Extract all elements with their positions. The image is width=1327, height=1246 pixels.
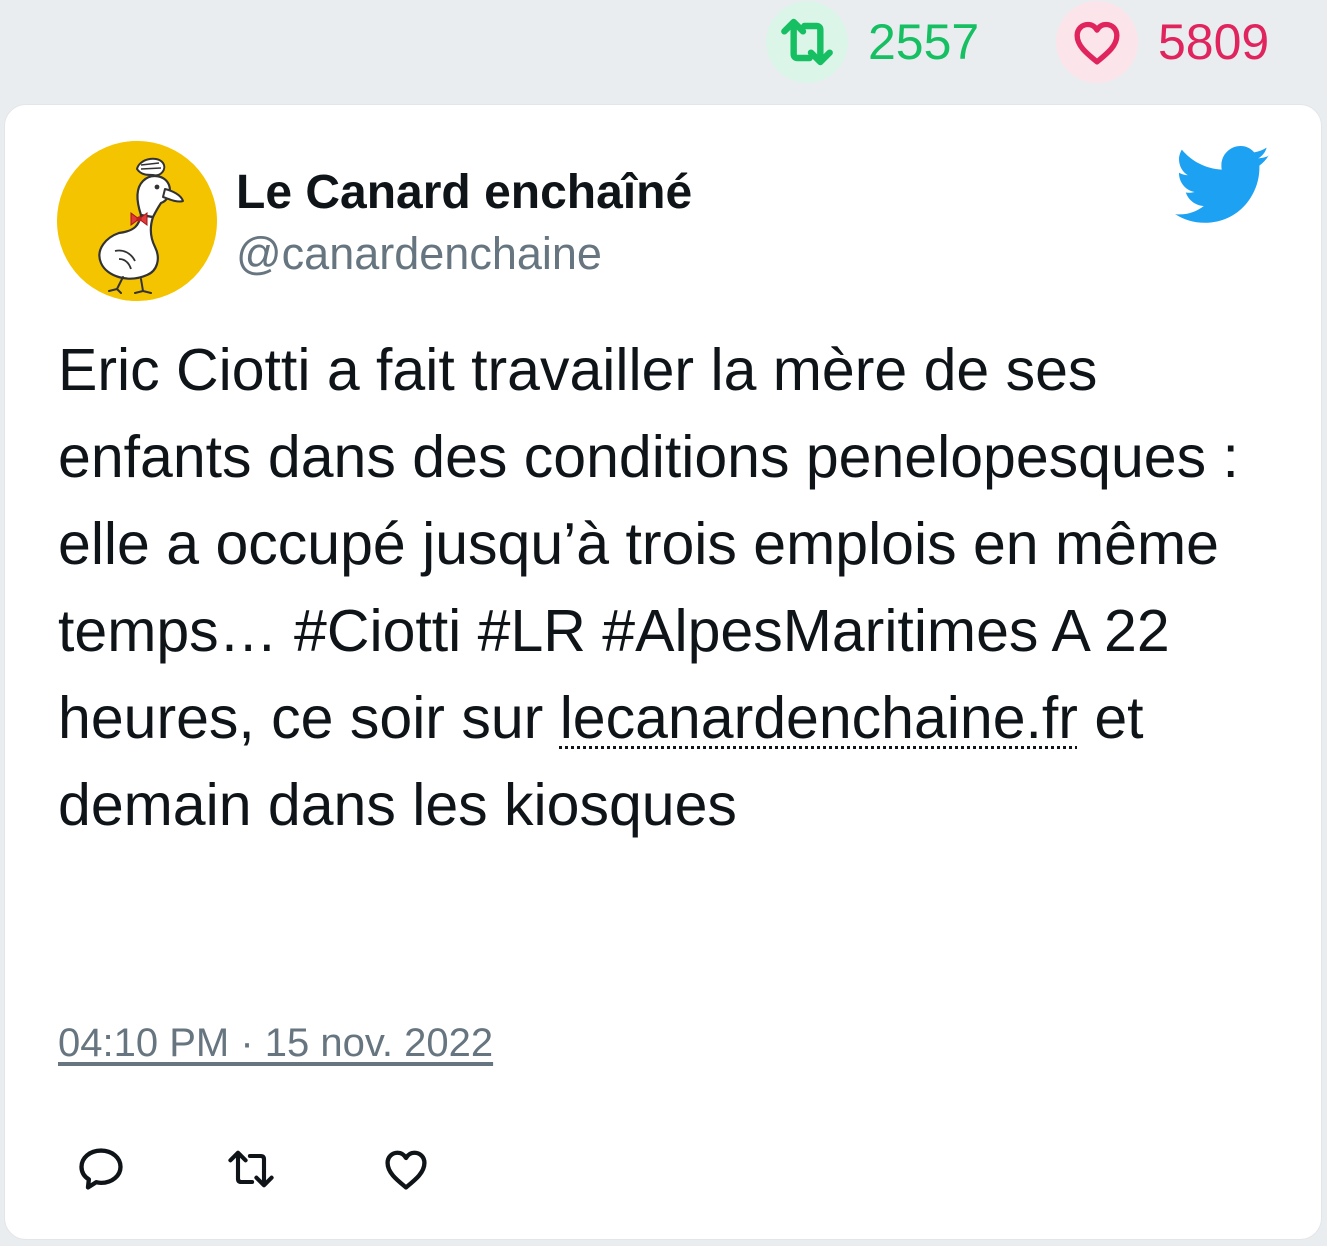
retweet-count: 2557 bbox=[868, 14, 980, 70]
engagement-stats-bar: 2557 5809 bbox=[0, 0, 1327, 84]
avatar[interactable] bbox=[57, 141, 217, 301]
tweet-text: Eric Ciotti a fait travailler la mère de… bbox=[58, 327, 1273, 849]
tweet-link[interactable]: lecanardenchaine.fr bbox=[560, 685, 1078, 751]
duck-logo bbox=[57, 141, 217, 301]
retweet-stat[interactable]: 2557 bbox=[766, 0, 979, 84]
like-icon[interactable] bbox=[378, 1141, 434, 1197]
tweet-timestamp[interactable]: 04:10 PM · 15 nov. 2022 bbox=[58, 1021, 493, 1066]
author-handle[interactable]: @canardenchaine bbox=[236, 229, 602, 279]
retweet-action-icon[interactable] bbox=[223, 1141, 279, 1197]
author-name[interactable]: Le Canard enchaîné bbox=[236, 166, 692, 220]
twitter-bird-icon[interactable] bbox=[1175, 145, 1271, 227]
like-count: 5809 bbox=[1158, 14, 1270, 70]
like-stat[interactable]: 5809 bbox=[1056, 0, 1269, 84]
heart-icon[interactable] bbox=[1056, 1, 1138, 83]
tweet-card: Le Canard enchaîné @canardenchaine Eric … bbox=[4, 104, 1322, 1240]
reply-icon[interactable] bbox=[73, 1141, 129, 1197]
retweet-icon[interactable] bbox=[766, 1, 848, 83]
